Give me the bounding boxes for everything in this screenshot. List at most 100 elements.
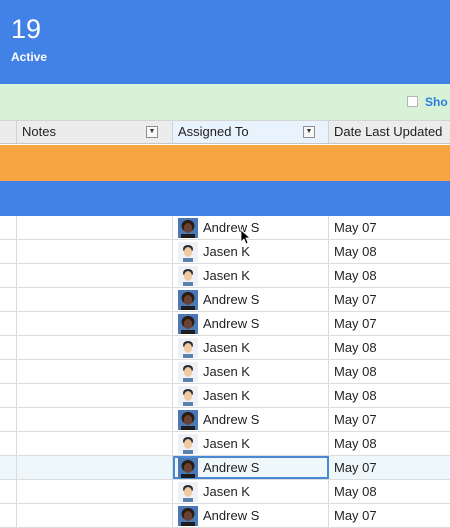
- avatar-jasen: [178, 242, 198, 262]
- status-summary-banner[interactable]: 19 Active: [0, 0, 450, 84]
- row-assigned-to-cell[interactable]: Andrew S: [173, 456, 329, 479]
- column-header-date-last-updated[interactable]: Date Last Updated: [329, 121, 450, 143]
- avatar-jasen: [178, 434, 198, 454]
- table-row[interactable]: Andrew S May 07: [0, 216, 450, 240]
- assignee-name: Jasen K: [203, 436, 250, 451]
- row-previous-cell[interactable]: [0, 264, 17, 287]
- avatar-jasen: [178, 362, 198, 382]
- assignee-name: Jasen K: [203, 364, 250, 379]
- row-date-cell[interactable]: May 07: [329, 408, 450, 431]
- row-date-cell[interactable]: May 08: [329, 432, 450, 455]
- column-header-notes-label: Notes: [22, 124, 56, 139]
- assignee-name: Andrew S: [203, 292, 260, 307]
- row-assigned-to-cell[interactable]: Jasen K: [173, 384, 329, 407]
- row-date-cell[interactable]: May 08: [329, 360, 450, 383]
- table-row[interactable]: Andrew S May 07: [0, 456, 450, 480]
- table-row[interactable]: Andrew S May 07: [0, 504, 450, 528]
- row-assigned-to-cell[interactable]: Jasen K: [173, 240, 329, 263]
- table-row[interactable]: Andrew S May 07: [0, 288, 450, 312]
- row-assigned-to-cell[interactable]: Andrew S: [173, 504, 329, 527]
- row-notes-cell[interactable]: [17, 336, 173, 359]
- row-assigned-to-cell[interactable]: Jasen K: [173, 336, 329, 359]
- column-header-assigned-to[interactable]: Assigned To ▼: [173, 121, 329, 143]
- row-date-cell[interactable]: May 07: [329, 312, 450, 335]
- table-row[interactable]: Jasen K May 08: [0, 480, 450, 504]
- show-checkbox[interactable]: [407, 96, 418, 107]
- assignee-name: Jasen K: [203, 340, 250, 355]
- column-header-assigned-to-label: Assigned To: [178, 124, 249, 139]
- row-notes-cell[interactable]: [17, 480, 173, 503]
- table-row[interactable]: Jasen K May 08: [0, 360, 450, 384]
- assignee-name: Andrew S: [203, 460, 260, 475]
- column-header-previous[interactable]: [0, 121, 17, 143]
- table-row[interactable]: Jasen K May 08: [0, 336, 450, 360]
- row-previous-cell[interactable]: [0, 240, 17, 263]
- row-notes-cell[interactable]: [17, 312, 173, 335]
- avatar-andrew: [178, 218, 198, 238]
- avatar-jasen: [178, 338, 198, 358]
- assigned-to-dropdown-icon[interactable]: ▼: [303, 126, 315, 138]
- row-date-cell[interactable]: May 08: [329, 264, 450, 287]
- row-date-cell[interactable]: May 08: [329, 240, 450, 263]
- assignee-name: Jasen K: [203, 484, 250, 499]
- row-previous-cell[interactable]: [0, 480, 17, 503]
- assignee-name: Jasen K: [203, 268, 250, 283]
- row-previous-cell[interactable]: [0, 288, 17, 311]
- row-previous-cell[interactable]: [0, 408, 17, 431]
- row-notes-cell[interactable]: [17, 504, 173, 527]
- column-header-notes[interactable]: Notes ▼: [17, 121, 173, 143]
- row-notes-cell[interactable]: [17, 384, 173, 407]
- row-assigned-to-cell[interactable]: Jasen K: [173, 264, 329, 287]
- row-notes-cell[interactable]: [17, 216, 173, 239]
- column-header-row: Notes ▼ Assigned To ▼ Date Last Updated: [0, 120, 450, 144]
- table-row[interactable]: Andrew S May 07: [0, 408, 450, 432]
- row-assigned-to-cell[interactable]: Jasen K: [173, 480, 329, 503]
- row-previous-cell[interactable]: [0, 216, 17, 239]
- row-date-cell[interactable]: May 08: [329, 480, 450, 503]
- row-previous-cell[interactable]: [0, 384, 17, 407]
- row-assigned-to-cell[interactable]: Andrew S: [173, 312, 329, 335]
- row-previous-cell[interactable]: [0, 504, 17, 527]
- notes-dropdown-icon[interactable]: ▼: [146, 126, 158, 138]
- row-assigned-to-cell[interactable]: Jasen K: [173, 432, 329, 455]
- show-checkbox-label[interactable]: Sho: [425, 95, 448, 109]
- avatar-andrew: [178, 290, 198, 310]
- table-row[interactable]: Jasen K May 08: [0, 432, 450, 456]
- table-row[interactable]: Andrew S May 07: [0, 312, 450, 336]
- active-count: 19: [11, 14, 42, 44]
- row-assigned-to-cell[interactable]: Andrew S: [173, 408, 329, 431]
- row-previous-cell[interactable]: [0, 312, 17, 335]
- table-row[interactable]: Jasen K May 08: [0, 384, 450, 408]
- row-notes-cell[interactable]: [17, 264, 173, 287]
- row-assigned-to-cell[interactable]: Andrew S: [173, 288, 329, 311]
- row-notes-cell[interactable]: [17, 288, 173, 311]
- avatar-andrew: [178, 314, 198, 334]
- data-rows: Andrew S May 07 Jasen K May 08 Jasen K May 08…: [0, 216, 450, 528]
- table-row[interactable]: Jasen K May 08: [0, 240, 450, 264]
- row-notes-cell[interactable]: [17, 432, 173, 455]
- row-assigned-to-cell[interactable]: Jasen K: [173, 360, 329, 383]
- group-row-orange[interactable]: [0, 145, 450, 181]
- row-date-cell[interactable]: May 08: [329, 384, 450, 407]
- row-notes-cell[interactable]: [17, 408, 173, 431]
- table-row[interactable]: Jasen K May 08: [0, 264, 450, 288]
- assignee-name: Jasen K: [203, 388, 250, 403]
- row-previous-cell[interactable]: [0, 432, 17, 455]
- row-notes-cell[interactable]: [17, 360, 173, 383]
- row-previous-cell[interactable]: [0, 360, 17, 383]
- group-row-blue[interactable]: [0, 181, 450, 216]
- row-assigned-to-cell[interactable]: Andrew S: [173, 216, 329, 239]
- row-date-cell[interactable]: May 08: [329, 336, 450, 359]
- filter-bar: [0, 84, 450, 120]
- row-date-cell[interactable]: May 07: [329, 288, 450, 311]
- row-date-cell[interactable]: May 07: [329, 504, 450, 527]
- row-previous-cell[interactable]: [0, 336, 17, 359]
- row-previous-cell[interactable]: [0, 456, 17, 479]
- row-notes-cell[interactable]: [17, 240, 173, 263]
- active-label: Active: [11, 50, 48, 64]
- row-date-cell[interactable]: May 07: [329, 216, 450, 239]
- assignee-name: Andrew S: [203, 316, 260, 331]
- row-notes-cell[interactable]: [17, 456, 173, 479]
- avatar-jasen: [178, 482, 198, 502]
- row-date-cell[interactable]: May 07: [329, 456, 450, 479]
